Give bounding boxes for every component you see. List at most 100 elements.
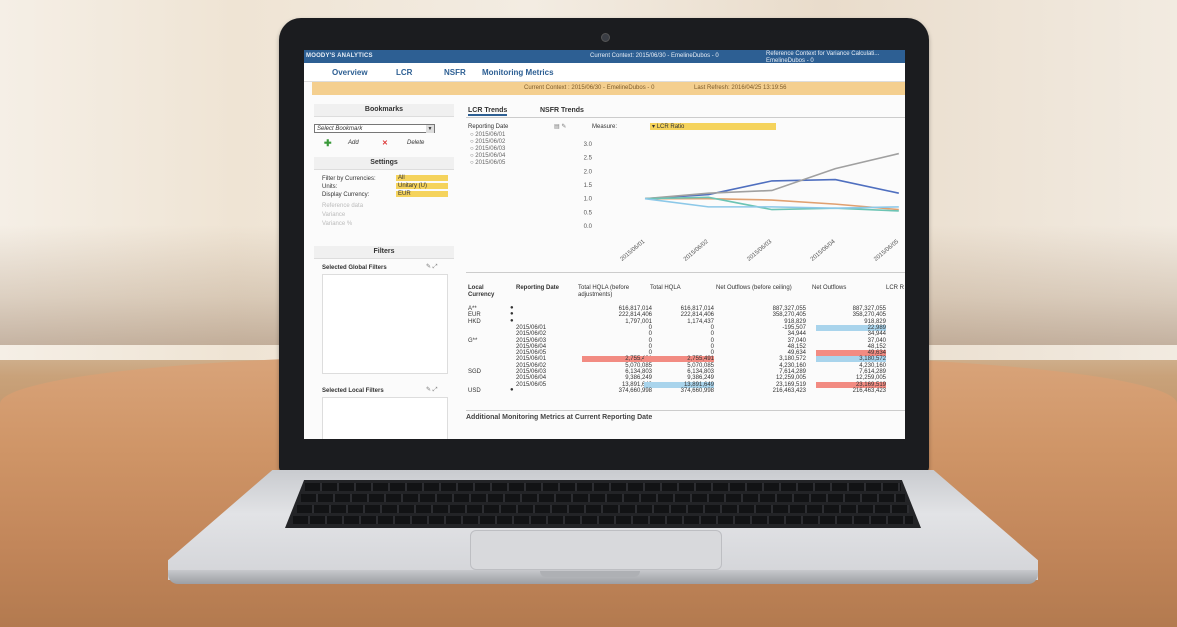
hqla-before-cell: 0 [648,337,652,344]
hqla-cell: 0 [710,324,714,331]
table-header[interactable]: Net Outflows [812,285,884,292]
hqla-cell: 13,891,649 [644,381,714,388]
hqla-cell: 2,755,491 [644,356,714,363]
outflows-before-cell: 37,040 [787,337,806,344]
series-line-2 [644,152,900,200]
local-filters-label: Selected Local Filters [322,388,384,394]
current-context-top: Current Context: 2015/06/30 - EmelineDub… [590,53,719,59]
outflows-cell: 48,152 [867,343,886,350]
delete-icon[interactable]: ✕ [382,139,388,147]
delete-button[interactable]: Delete [407,140,424,146]
currency-cell: A** [468,306,477,312]
outflows-cell: 3,180,572 [816,356,886,363]
outflows-before-cell: 358,270,405 [772,312,806,319]
date-option-2[interactable]: ○ 2015/06/02 [470,139,505,145]
table-header[interactable]: Total HQLA (before adjustments) [578,285,648,299]
expand-icon[interactable]: ● [510,305,514,311]
hqla-cell: 9,386,249 [687,375,714,382]
table-header[interactable]: Local Currency [468,285,508,299]
currency-cell: SGD [468,369,482,375]
outflows-before-cell: -195,507 [782,324,806,331]
reference-data-option[interactable]: Reference data [322,203,363,209]
table-header[interactable]: LCR R [886,285,905,292]
y-tick-label: 2.5 [584,156,593,162]
outflows-before-cell: 34,944 [787,331,806,338]
expand-icon[interactable]: ● [510,318,514,324]
y-tick-label: 0.5 [584,210,593,216]
local-filters-box [322,397,448,439]
tab-lcr-trends[interactable]: LCR Trends [468,107,508,116]
x-tick-label: 2015/06/01 [619,239,646,263]
banner-last-refresh: Last Refresh: 2016/04/25 13:19:56 [694,85,787,91]
date-cell: 2015/06/05 [516,350,547,357]
hqla-before-cell: 222,814,406 [618,312,652,319]
y-tick-label: 3.0 [584,142,593,148]
table-header[interactable]: Reporting Date [516,285,576,292]
outflows-cell: 22,989 [816,324,886,331]
date-option-3[interactable]: ○ 2015/06/03 [470,146,505,152]
add-icon[interactable]: ✚ [324,138,332,149]
expand-icon[interactable]: ● [510,311,514,317]
hqla-before-cell: 1,797,001 [625,318,652,325]
units-select[interactable]: Unitary (U) [396,183,448,189]
outflows-cell: 918,829 [864,318,886,325]
tab-lcr[interactable]: LCR [396,68,412,77]
hqla-cell: 1,174,437 [687,318,714,325]
keyboard [285,480,921,528]
currency-cell: USD [468,387,481,394]
display-currency-select[interactable]: EUR [396,191,448,197]
tab-nsfr[interactable]: NSFR [444,68,466,77]
date-cell: 2015/06/05 [516,381,547,388]
hqla-cell: 5,070,085 [687,362,714,369]
tab-monitoring-metrics[interactable]: Monitoring Metrics [482,68,554,77]
hqla-before-cell: 616,817,014 [618,306,652,312]
table-header[interactable]: Net Outflows (before ceiling) [716,285,812,292]
context-banner: Current Context : 2015/06/30 - EmelineDu… [312,82,905,95]
hqla-cell: 616,817,014 [680,306,714,312]
table-header[interactable]: Total HQLA [650,285,714,292]
lcr-trend-chart: 0.0 0.5 1.0 1.5 2.0 2.5 3.0 2015/06/01 2015/06/0… [584,142,901,263]
date-option-4[interactable]: ○ 2015/06/04 [470,153,505,159]
hqla-cell: 0 [710,343,714,350]
edit-local-filter-icon[interactable]: ✎ ⤢ [426,386,438,394]
filter-currencies-label: Filter by Currencies: [322,176,376,182]
hqla-before-cell: 13,891,649 [621,381,652,388]
trackpad [470,530,722,570]
main-nav: Overview LCR NSFR Monitoring Metrics [304,63,905,82]
bookmark-select[interactable]: Select Bookmark ▼ [314,124,435,133]
hqla-before-cell: 0 [648,350,652,357]
add-button[interactable]: Add [348,140,359,146]
date-option-1[interactable]: ○ 2015/06/01 [470,132,505,138]
tab-overview[interactable]: Overview [332,68,368,77]
variance-pct-option[interactable]: Variance % [322,221,352,227]
reporting-date-icons[interactable]: ▤ ✎ [554,123,566,130]
outflows-before-cell: 216,463,423 [772,387,806,394]
date-cell: 2015/06/03 [516,337,547,344]
outflows-cell: 358,270,405 [852,312,886,319]
key-row [301,494,905,502]
filter-currencies-select[interactable]: All [396,175,448,181]
date-option-5[interactable]: ○ 2015/06/05 [470,160,505,166]
hqla-cell: 0 [710,350,714,357]
outflows-before-cell: 23,169,519 [775,381,806,388]
camera-icon [601,33,610,42]
outflows-cell: 7,614,289 [859,369,886,375]
tab-nsfr-trends[interactable]: NSFR Trends [540,107,584,114]
chevron-down-icon[interactable]: ▼ [426,125,434,133]
date-cell: 2015/06/04 [516,375,547,382]
outflows-before-cell: 12,259,005 [775,375,806,382]
date-cell: 2015/06/03 [516,369,547,375]
banner-current-context: Current Context : 2015/06/30 - EmelineDu… [524,85,655,91]
edit-global-filter-icon[interactable]: ✎ ⤢ [426,263,438,271]
outflows-cell: 34,944 [867,331,886,338]
measure-select[interactable]: ▾ LCR Ratio [650,123,776,130]
expand-icon[interactable]: ● [510,387,514,393]
hqla-before-cell: 0 [648,324,652,331]
key-row [297,505,909,513]
variance-option[interactable]: Variance [322,212,345,218]
table-divider [466,272,905,273]
hqla-before-cell: 9,386,249 [625,375,652,382]
x-tick-label: 2015/06/03 [746,239,773,263]
hqla-cell: 6,134,803 [687,369,714,375]
outflows-before-cell: 7,614,289 [779,369,806,375]
